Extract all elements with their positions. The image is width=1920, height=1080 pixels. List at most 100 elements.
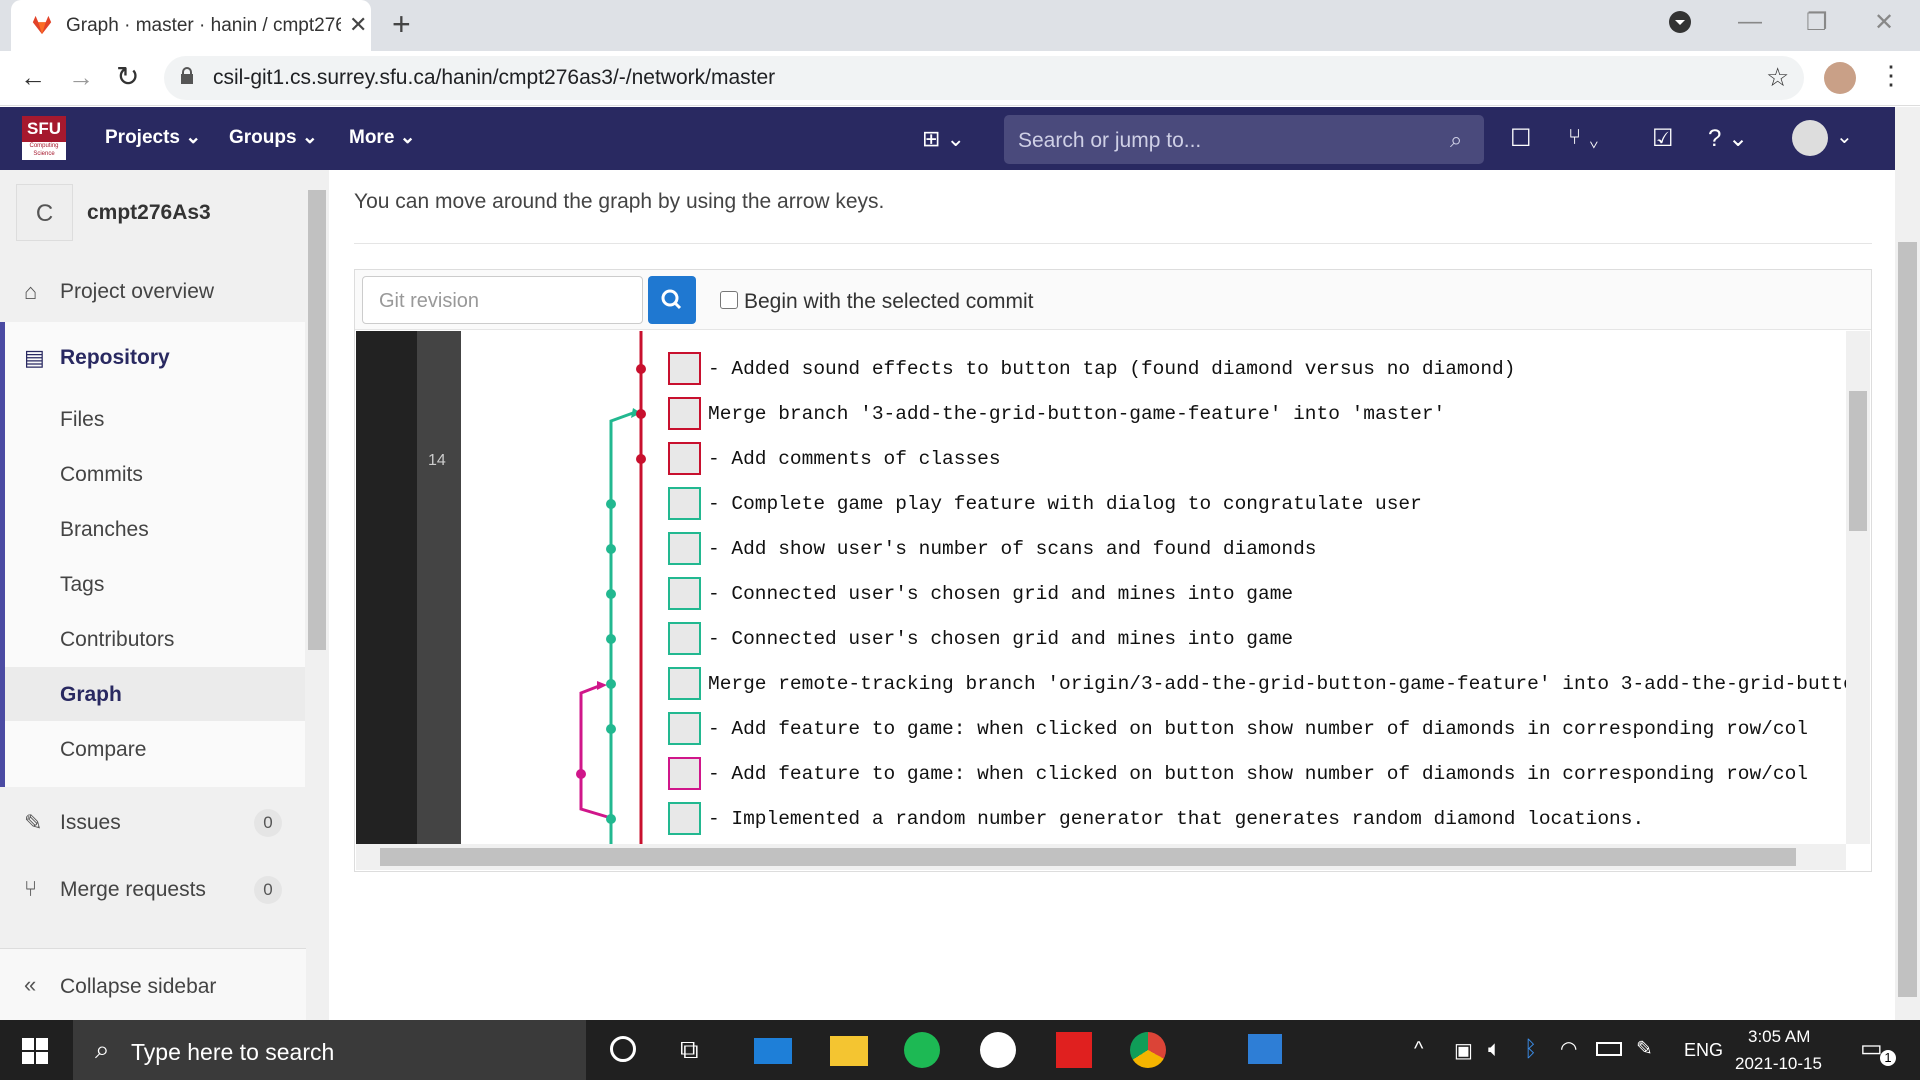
forward-icon[interactable]: → <box>68 62 94 93</box>
sidebar-project-overview[interactable]: Project overview <box>60 280 214 304</box>
commit-avatar[interactable] <box>668 397 701 430</box>
sidebar-item-contributors[interactable]: Contributors <box>60 628 174 652</box>
sidebar-item-tags[interactable]: Tags <box>60 573 104 597</box>
graph-hscrollbar[interactable] <box>356 844 1846 870</box>
revision-search-button[interactable] <box>648 276 696 324</box>
reload-icon[interactable]: ↻ <box>116 60 139 93</box>
project-avatar[interactable]: C <box>16 184 73 241</box>
commit-avatar[interactable] <box>668 532 701 565</box>
sidebar-item-graph[interactable]: Graph <box>60 683 122 707</box>
commit-message[interactable]: Merge remote-tracking branch 'origin/3-a… <box>708 673 1867 695</box>
nav-projects[interactable]: Projects ⌄ <box>105 126 201 149</box>
bluetooth-icon[interactable]: ᛒ <box>1524 1036 1537 1062</box>
todo-sidebar-icon[interactable]: ☐ <box>1510 124 1532 153</box>
graph-vscrollbar[interactable] <box>1846 331 1870 844</box>
commit-avatar[interactable] <box>668 802 701 835</box>
todo-check-icon[interactable]: ☑ <box>1652 124 1674 153</box>
commit-avatar[interactable] <box>668 667 701 700</box>
chrome-taskbar-icon[interactable] <box>1130 1032 1166 1068</box>
sfu-logo[interactable]: SFU Computing Science <box>22 116 66 160</box>
commit-avatar[interactable] <box>668 712 701 745</box>
cortana-icon[interactable] <box>610 1036 636 1062</box>
wifi-icon[interactable]: ◠ <box>1560 1036 1577 1061</box>
new-item-plus-icon[interactable]: ⊞ ⌄ <box>922 126 965 152</box>
clock-time[interactable]: 3:05 AM <box>1748 1027 1810 1047</box>
tray-chevron-icon[interactable]: ^ <box>1414 1038 1423 1061</box>
chrome-menu-icon[interactable]: ⋮ <box>1878 60 1904 91</box>
commit-message[interactable]: - Add comments of classes <box>708 448 1001 470</box>
battery-icon[interactable] <box>1596 1042 1622 1056</box>
search-icon <box>661 289 682 310</box>
search-input[interactable]: Search or jump to... ⌕ <box>1004 115 1484 164</box>
nav-more[interactable]: More ⌄ <box>349 126 416 149</box>
volume-icon[interactable]: 🔈︎ <box>1488 1036 1501 1062</box>
sidebar-repository[interactable]: Repository <box>60 346 170 370</box>
restore-icon[interactable]: ❐ <box>1806 8 1828 37</box>
repository-icon: ▤ <box>24 345 45 370</box>
spotify-icon[interactable] <box>904 1032 940 1068</box>
issues-icon: ✎ <box>24 810 43 835</box>
commit-message[interactable]: - Added sound effects to button tap (fou… <box>708 358 1515 380</box>
commit-message[interactable]: - Connected user's chosen grid and mines… <box>708 628 1293 650</box>
divider <box>354 243 1872 244</box>
tab-close-icon[interactable]: ✕ <box>349 12 367 38</box>
windows-start-icon[interactable] <box>22 1038 48 1069</box>
page-scrollbar[interactable] <box>1895 107 1920 1020</box>
commit-avatar[interactable] <box>668 577 701 610</box>
meet-icon[interactable]: ▣ <box>1454 1038 1473 1063</box>
user-menu-chevron-icon[interactable]: ⌄ <box>1836 124 1853 149</box>
clock-date[interactable]: 2021-10-15 <box>1735 1054 1822 1074</box>
gitlab-favicon-icon <box>31 14 53 41</box>
sidebar-item-files[interactable]: Files <box>60 408 104 432</box>
collapse-sidebar-button[interactable]: Collapse sidebar <box>60 975 216 999</box>
file-explorer-icon[interactable] <box>830 1036 868 1066</box>
app-w-icon[interactable] <box>980 1032 1016 1068</box>
sidebar-issues[interactable]: Issues <box>60 811 121 835</box>
taskbar-search[interactable]: ⌕ Type here to search <box>73 1020 586 1080</box>
sidebar-merge-requests[interactable]: Merge requests <box>60 878 206 902</box>
pen-icon[interactable]: ✎ <box>1636 1036 1653 1061</box>
begin-selected-checkbox[interactable] <box>720 291 738 309</box>
commit-message[interactable]: Merge branch '3-add-the-grid-button-game… <box>708 403 1445 425</box>
nav-groups[interactable]: Groups ⌄ <box>229 126 318 149</box>
commit-avatar[interactable] <box>668 757 701 790</box>
language-indicator[interactable]: ENG <box>1684 1040 1723 1061</box>
bookmark-star-icon[interactable]: ☆ <box>1766 62 1789 93</box>
git-revision-input[interactable]: Git revision <box>362 276 643 324</box>
commit-avatar[interactable] <box>668 622 701 655</box>
url-text[interactable]: csil-git1.cs.surrey.sfu.ca/hanin/cmpt276… <box>213 66 775 90</box>
sidebar-item-compare[interactable]: Compare <box>60 738 146 762</box>
photos-icon[interactable] <box>1248 1034 1282 1064</box>
commit-message[interactable]: - Add feature to game: when clicked on b… <box>708 763 1808 785</box>
merge-request-icon: ⑂ <box>24 876 38 901</box>
sidebar-scrollbar[interactable] <box>306 170 329 1020</box>
user-avatar[interactable] <box>1792 120 1828 156</box>
commit-avatar[interactable] <box>668 442 701 475</box>
commit-message[interactable]: - Complete game play feature with dialog… <box>708 493 1422 515</box>
commit-message[interactable]: - Add show user's number of scans and fo… <box>708 538 1317 560</box>
commit-message[interactable]: - Implemented a random number generator … <box>708 808 1644 830</box>
active-item-highlight <box>5 667 305 721</box>
lock-icon[interactable] <box>180 67 194 90</box>
task-view-icon[interactable]: ⧉ <box>680 1034 699 1066</box>
tab-search-icon[interactable] <box>1668 10 1692 41</box>
help-icon[interactable]: ? ⌄ <box>1708 124 1748 153</box>
minimize-icon[interactable]: — <box>1738 8 1762 36</box>
sidebar-item-branches[interactable]: Branches <box>60 518 149 542</box>
graph-hint: You can move around the graph by using t… <box>354 190 885 213</box>
back-icon[interactable]: ← <box>20 62 46 93</box>
mail-app-icon[interactable] <box>754 1038 792 1064</box>
profile-avatar[interactable] <box>1824 62 1856 94</box>
taskbar-search-icon: ⌕ <box>95 1034 110 1064</box>
commit-avatar[interactable] <box>668 487 701 520</box>
merge-request-nav-icon[interactable]: ⑂ ⌄ <box>1568 124 1601 150</box>
new-tab-icon[interactable]: + <box>392 6 411 43</box>
commit-message[interactable]: - Add feature to game: when clicked on b… <box>708 718 1808 740</box>
browser-tab[interactable]: Graph · master · hanin / cmpt276 ✕ <box>11 0 371 51</box>
commit-message[interactable]: - Connected user's chosen grid and mines… <box>708 583 1293 605</box>
project-name[interactable]: cmpt276As3 <box>87 201 211 225</box>
sidebar-item-commits[interactable]: Commits <box>60 463 143 487</box>
commit-avatar[interactable] <box>668 352 701 385</box>
window-close-icon[interactable]: ✕ <box>1874 8 1894 37</box>
acrobat-icon[interactable] <box>1056 1032 1092 1068</box>
